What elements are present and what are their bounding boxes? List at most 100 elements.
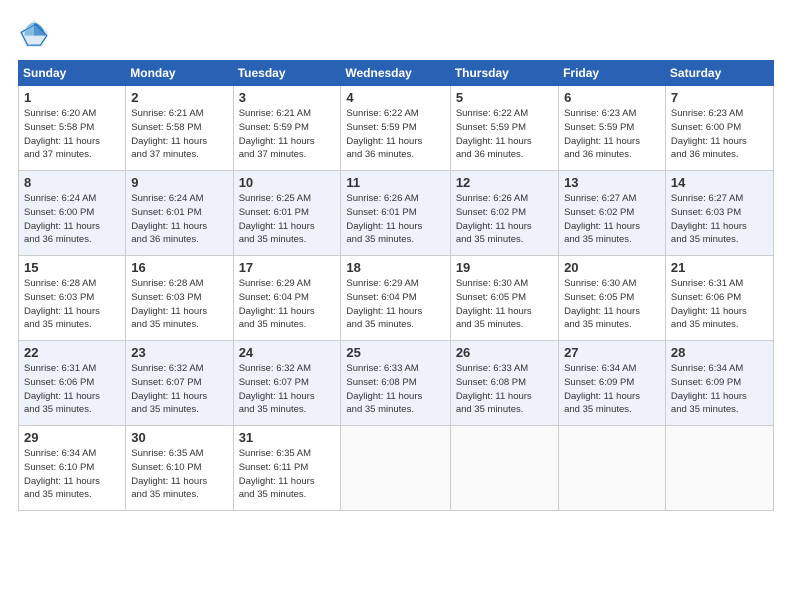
day-number: 20 [564,260,660,275]
day-number: 28 [671,345,768,360]
day-info: Sunrise: 6:29 AM Sunset: 6:04 PM Dayligh… [239,277,336,332]
calendar-cell: 2Sunrise: 6:21 AM Sunset: 5:58 PM Daylig… [126,86,233,171]
calendar-cell: 13Sunrise: 6:27 AM Sunset: 6:02 PM Dayli… [559,171,666,256]
day-info: Sunrise: 6:20 AM Sunset: 5:58 PM Dayligh… [24,107,120,162]
calendar-table: SundayMondayTuesdayWednesdayThursdayFrid… [18,60,774,511]
weekday-header: Wednesday [341,61,450,86]
day-info: Sunrise: 6:26 AM Sunset: 6:01 PM Dayligh… [346,192,444,247]
day-number: 6 [564,90,660,105]
day-number: 17 [239,260,336,275]
calendar-cell: 4 Sunrise: 6:22 AM Sunset: 5:59 PM Daylig… [341,86,450,171]
calendar-cell: 8 Sunrise: 6:24 AM Sunset: 6:00 PM Daylig… [19,171,126,256]
day-info: Sunrise: 6:23 AM Sunset: 6:00 PM Dayligh… [671,107,768,162]
day-number: 29 [24,430,120,445]
day-number: 21 [671,260,768,275]
weekday-header: Sunday [19,61,126,86]
day-info: Sunrise: 6:21 AM Sunset: 5:59 PM Dayligh… [239,107,336,162]
day-info: Sunrise: 6:35 AM Sunset: 6:11 PM Dayligh… [239,447,336,502]
day-info: Sunrise: 6:34 AM Sunset: 6:09 PM Dayligh… [671,362,768,417]
weekday-header: Monday [126,61,233,86]
weekday-header: Thursday [450,61,558,86]
day-number: 7 [671,90,768,105]
day-info: Sunrise: 6:22 AM Sunset: 5:59 PM Dayligh… [346,107,444,162]
header [18,18,774,50]
calendar-week-row: 29 Sunrise: 6:34 AM Sunset: 6:10 PM Dayli… [19,426,774,511]
calendar-cell: 27 Sunrise: 6:34 AM Sunset: 6:09 PM Dayli… [559,341,666,426]
day-number: 11 [346,175,444,190]
day-info: Sunrise: 6:22 AM Sunset: 5:59 PM Dayligh… [456,107,553,162]
day-info: Sunrise: 6:24 AM Sunset: 6:00 PM Dayligh… [24,192,120,247]
calendar-cell: 21 Sunrise: 6:31 AM Sunset: 6:06 PM Dayli… [665,256,773,341]
day-number: 8 [24,175,120,190]
day-info: Sunrise: 6:35 AM Sunset: 6:10 PM Dayligh… [131,447,227,502]
day-number: 19 [456,260,553,275]
day-number: 1 [24,90,120,105]
day-info: Sunrise: 6:32 AM Sunset: 6:07 PM Dayligh… [239,362,336,417]
calendar-cell: 14 Sunrise: 6:27 AM Sunset: 6:03 PM Dayli… [665,171,773,256]
day-info: Sunrise: 6:34 AM Sunset: 6:09 PM Dayligh… [564,362,660,417]
calendar-week-row: 1 Sunrise: 6:20 AM Sunset: 5:58 PM Daylig… [19,86,774,171]
day-number: 5 [456,90,553,105]
day-info: Sunrise: 6:27 AM Sunset: 6:02 PM Dayligh… [564,192,660,247]
day-info: Sunrise: 6:34 AM Sunset: 6:10 PM Dayligh… [24,447,120,502]
calendar-cell: 28 Sunrise: 6:34 AM Sunset: 6:09 PM Dayli… [665,341,773,426]
day-info: Sunrise: 6:24 AM Sunset: 6:01 PM Dayligh… [131,192,227,247]
day-info: Sunrise: 6:23 AM Sunset: 5:59 PM Dayligh… [564,107,660,162]
calendar-week-row: 15Sunrise: 6:28 AM Sunset: 6:03 PM Dayli… [19,256,774,341]
day-number: 24 [239,345,336,360]
calendar-cell: 5 Sunrise: 6:22 AM Sunset: 5:59 PM Daylig… [450,86,558,171]
weekday-header: Saturday [665,61,773,86]
calendar-cell: 15Sunrise: 6:28 AM Sunset: 6:03 PM Dayli… [19,256,126,341]
calendar-cell: 1 Sunrise: 6:20 AM Sunset: 5:58 PM Daylig… [19,86,126,171]
calendar-cell: 26 Sunrise: 6:33 AM Sunset: 6:08 PM Dayli… [450,341,558,426]
day-number: 26 [456,345,553,360]
day-info: Sunrise: 6:29 AM Sunset: 6:04 PM Dayligh… [346,277,444,332]
calendar-cell: 19 Sunrise: 6:30 AM Sunset: 6:05 PM Dayli… [450,256,558,341]
day-info: Sunrise: 6:27 AM Sunset: 6:03 PM Dayligh… [671,192,768,247]
calendar-week-row: 22 Sunrise: 6:31 AM Sunset: 6:06 PM Dayli… [19,341,774,426]
calendar-cell: 6 Sunrise: 6:23 AM Sunset: 5:59 PM Daylig… [559,86,666,171]
logo-icon [18,18,50,50]
day-info: Sunrise: 6:33 AM Sunset: 6:08 PM Dayligh… [456,362,553,417]
day-number: 4 [346,90,444,105]
calendar-cell: 18Sunrise: 6:29 AM Sunset: 6:04 PM Dayli… [341,256,450,341]
day-number: 14 [671,175,768,190]
calendar-cell [450,426,558,511]
calendar-cell: 9Sunrise: 6:24 AM Sunset: 6:01 PM Daylig… [126,171,233,256]
calendar-cell: 30 Sunrise: 6:35 AM Sunset: 6:10 PM Dayli… [126,426,233,511]
calendar-cell [559,426,666,511]
calendar-cell [665,426,773,511]
weekday-header: Tuesday [233,61,341,86]
day-number: 30 [131,430,227,445]
day-number: 22 [24,345,120,360]
day-number: 31 [239,430,336,445]
day-number: 23 [131,345,227,360]
calendar-cell [341,426,450,511]
logo [18,18,54,50]
day-info: Sunrise: 6:30 AM Sunset: 6:05 PM Dayligh… [456,277,553,332]
day-info: Sunrise: 6:28 AM Sunset: 6:03 PM Dayligh… [131,277,227,332]
day-info: Sunrise: 6:31 AM Sunset: 6:06 PM Dayligh… [24,362,120,417]
day-info: Sunrise: 6:32 AM Sunset: 6:07 PM Dayligh… [131,362,227,417]
calendar-cell: 25Sunrise: 6:33 AM Sunset: 6:08 PM Dayli… [341,341,450,426]
day-info: Sunrise: 6:28 AM Sunset: 6:03 PM Dayligh… [24,277,120,332]
day-info: Sunrise: 6:33 AM Sunset: 6:08 PM Dayligh… [346,362,444,417]
weekday-header: Friday [559,61,666,86]
page: SundayMondayTuesdayWednesdayThursdayFrid… [0,0,792,612]
calendar-cell: 11 Sunrise: 6:26 AM Sunset: 6:01 PM Dayli… [341,171,450,256]
day-number: 3 [239,90,336,105]
calendar-cell: 16 Sunrise: 6:28 AM Sunset: 6:03 PM Dayli… [126,256,233,341]
calendar-cell: 17 Sunrise: 6:29 AM Sunset: 6:04 PM Dayli… [233,256,341,341]
day-number: 27 [564,345,660,360]
calendar-cell: 23 Sunrise: 6:32 AM Sunset: 6:07 PM Dayli… [126,341,233,426]
calendar-cell: 29 Sunrise: 6:34 AM Sunset: 6:10 PM Dayli… [19,426,126,511]
calendar-cell: 10Sunrise: 6:25 AM Sunset: 6:01 PM Dayli… [233,171,341,256]
day-info: Sunrise: 6:30 AM Sunset: 6:05 PM Dayligh… [564,277,660,332]
calendar-cell: 7 Sunrise: 6:23 AM Sunset: 6:00 PM Daylig… [665,86,773,171]
calendar-cell: 22 Sunrise: 6:31 AM Sunset: 6:06 PM Dayli… [19,341,126,426]
calendar-cell: 3 Sunrise: 6:21 AM Sunset: 5:59 PM Daylig… [233,86,341,171]
day-info: Sunrise: 6:26 AM Sunset: 6:02 PM Dayligh… [456,192,553,247]
calendar-cell: 24 Sunrise: 6:32 AM Sunset: 6:07 PM Dayli… [233,341,341,426]
day-number: 16 [131,260,227,275]
day-info: Sunrise: 6:31 AM Sunset: 6:06 PM Dayligh… [671,277,768,332]
